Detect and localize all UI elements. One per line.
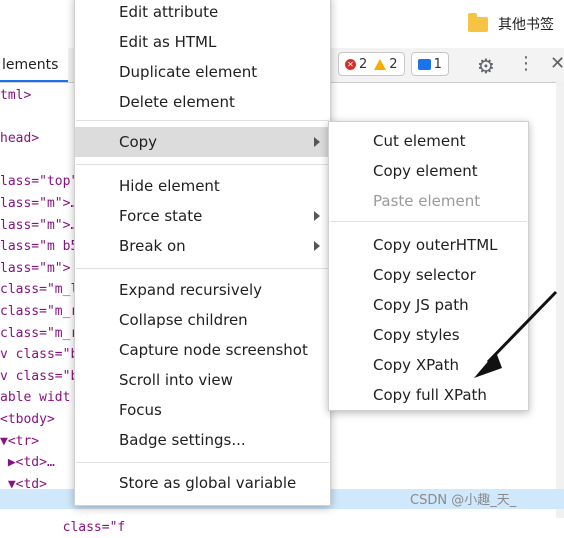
code-line[interactable]: class="f (0, 518, 126, 538)
annotation-arrow-icon (474, 290, 558, 378)
watermark: CSDN @小趣_天_ (410, 493, 517, 508)
